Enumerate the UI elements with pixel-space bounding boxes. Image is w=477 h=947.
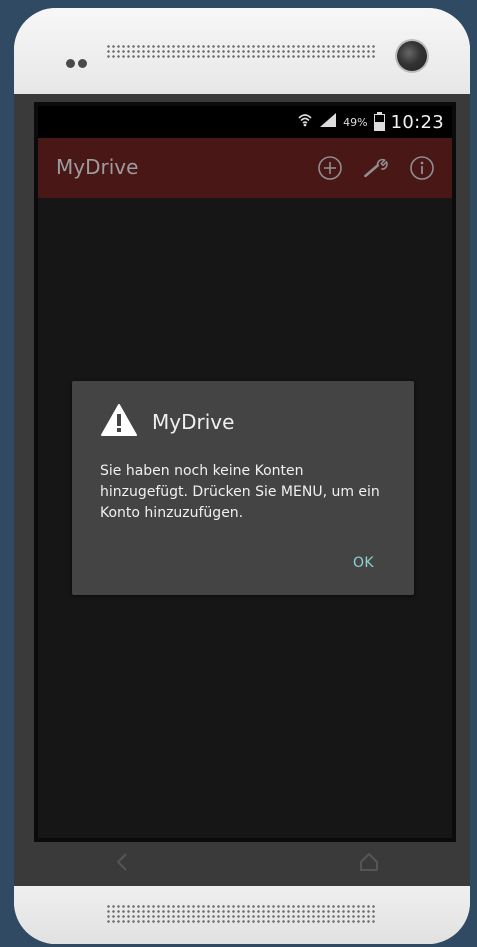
settings-wrench-icon[interactable] <box>362 154 390 182</box>
dialog-header: MyDrive <box>100 403 234 441</box>
wifi-icon <box>297 112 313 132</box>
phone-top-bezel <box>14 8 470 94</box>
dialog-message: Sie haben noch keine Konten hinzugefügt.… <box>100 463 380 521</box>
phone-frame: 49% 10:23 MyDrive MyDrive Sie haben noch… <box>14 8 470 944</box>
navigation-bar <box>14 848 470 886</box>
info-icon[interactable] <box>408 154 436 182</box>
screen: 49% 10:23 MyDrive MyDrive Sie haben noch… <box>34 102 456 842</box>
earpiece-speaker <box>106 44 376 60</box>
sensor-dots <box>66 53 96 68</box>
action-icons <box>316 154 436 182</box>
app-title: MyDrive <box>56 155 139 179</box>
phone-bottom-bezel <box>14 886 470 944</box>
app-action-bar: MyDrive <box>38 138 452 198</box>
battery-percent: 49% <box>343 115 368 129</box>
status-bar: 49% 10:23 <box>38 106 452 138</box>
dialog-title: MyDrive <box>152 410 235 434</box>
bottom-speaker <box>106 904 376 924</box>
ok-button[interactable]: OK <box>353 555 374 571</box>
signal-icon <box>319 112 337 132</box>
status-time: 10:23 <box>390 111 444 133</box>
back-icon[interactable] <box>112 850 132 878</box>
phone-middle: 49% 10:23 MyDrive MyDrive Sie haben noch… <box>14 94 470 886</box>
status-icons: 49% 10:23 <box>297 111 444 133</box>
battery-icon <box>373 111 385 131</box>
add-icon[interactable] <box>316 154 344 182</box>
warning-icon <box>100 403 138 441</box>
front-camera <box>397 41 427 71</box>
home-icon[interactable] <box>358 850 380 878</box>
alert-dialog: MyDrive Sie haben noch keine Konten hinz… <box>72 381 414 595</box>
